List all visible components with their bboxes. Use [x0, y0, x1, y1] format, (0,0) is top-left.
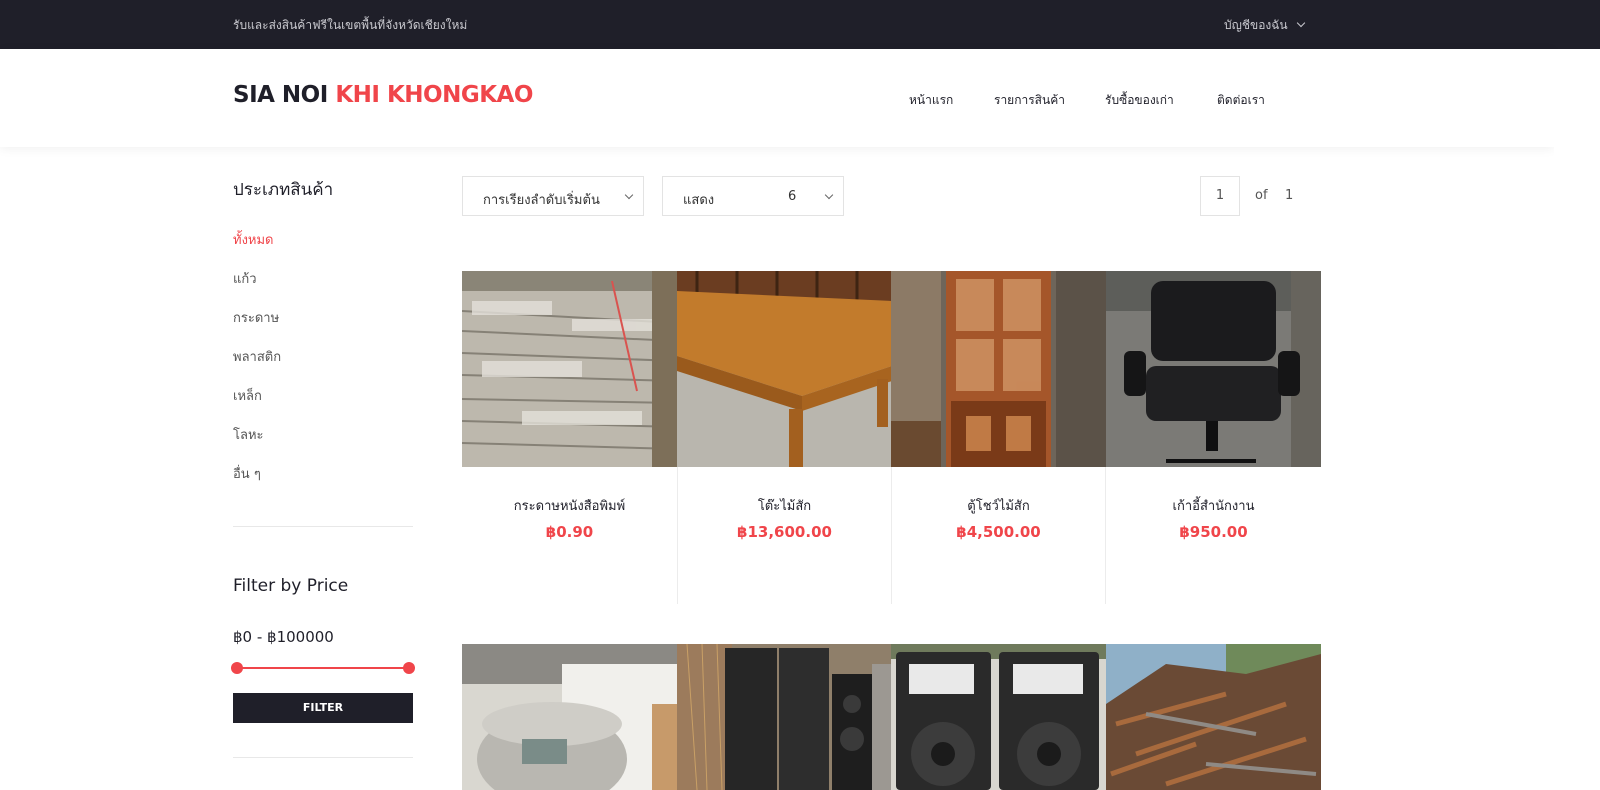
category-all[interactable]: ทั้งหมด [233, 229, 274, 250]
logo-part-1: SIA NOI [233, 82, 328, 108]
category-plastic[interactable]: พลาสติก [233, 346, 281, 367]
show-count-select[interactable]: แสดง 6 [662, 176, 844, 216]
my-account-menu[interactable]: บัญชีของฉัน [1224, 16, 1305, 35]
category-title: ประเภทสินค้า [233, 180, 334, 200]
product-price: ฿13,600.00 [737, 523, 832, 541]
product-price: ฿0.90 [545, 523, 594, 541]
price-slider-max-handle[interactable] [403, 662, 415, 674]
product-image[interactable] [462, 271, 677, 467]
chevron-down-icon [624, 190, 634, 200]
sort-select[interactable]: การเรียงลำดับเริ่มต้น [462, 176, 644, 216]
product-name[interactable]: เก้าอี้สำนักงาน [1106, 495, 1321, 516]
my-account-label: บัญชีของฉัน [1224, 18, 1288, 32]
site-logo[interactable]: SIA NOI KHI KHONGKAO [233, 82, 533, 108]
product-name[interactable]: โต๊ะไม้สัก [677, 495, 892, 516]
product-image[interactable] [1106, 644, 1321, 790]
free-delivery-notice: รับและส่งสินค้าฟรีในเขตพื้นที่จังหวัดเชี… [233, 18, 468, 32]
top-bar: รับและส่งสินค้าฟรีในเขตพื้นที่จังหวัดเชี… [0, 0, 1600, 49]
site-header: SIA NOI KHI KHONGKAO หน้าแรก รายการสินค้… [0, 49, 1554, 147]
product-card[interactable]: ตู้โชว์ไม้สัก ฿4,500.00 [891, 271, 1106, 604]
product-image[interactable] [891, 644, 1106, 790]
nav-products[interactable]: รายการสินค้า [994, 91, 1065, 110]
show-count-value: 6 [788, 189, 797, 204]
product-image[interactable] [677, 644, 892, 790]
chevron-down-icon [824, 190, 834, 200]
filter-by-price-title: Filter by Price [233, 576, 349, 596]
price-range-text: ฿0 - ฿100000 [233, 628, 334, 646]
nav-home[interactable]: หน้าแรก [909, 91, 953, 110]
category-glass[interactable]: แก้ว [233, 268, 257, 289]
price-slider-track[interactable] [237, 667, 409, 669]
logo-part-2: KHI KHONGKAO [335, 82, 533, 108]
product-card[interactable] [891, 644, 1106, 790]
product-image[interactable] [891, 271, 1106, 467]
nav-buy-used[interactable]: รับซื้อของเก่า [1105, 91, 1174, 110]
sidebar-divider [233, 526, 413, 527]
nav-contact[interactable]: ติดต่อเรา [1217, 91, 1265, 110]
product-card[interactable]: โต๊ะไม้สัก ฿13,600.00 [677, 271, 892, 604]
page-total: 1 [1285, 188, 1294, 203]
product-image[interactable] [677, 271, 892, 467]
category-iron[interactable]: เหล็ก [233, 385, 262, 406]
product-card[interactable] [462, 644, 677, 790]
page-edge [1554, 49, 1600, 790]
product-card[interactable]: เก้าอี้สำนักงาน ฿950.00 [1106, 271, 1321, 604]
sidebar-divider [233, 757, 413, 758]
product-card[interactable] [677, 644, 892, 790]
sort-select-value: การเรียงลำดับเริ่มต้น [483, 193, 600, 208]
category-metal[interactable]: โลหะ [233, 424, 264, 445]
page-number-input[interactable]: 1 [1200, 176, 1240, 216]
product-image[interactable] [462, 644, 677, 790]
page-of-label: of [1255, 188, 1268, 203]
product-image[interactable] [1106, 271, 1321, 467]
product-card[interactable] [1106, 644, 1321, 790]
product-price: ฿950.00 [1179, 523, 1248, 541]
price-slider-min-handle[interactable] [231, 662, 243, 674]
show-count-label: แสดง [683, 193, 715, 208]
product-card[interactable]: กระดาษหนังสือพิมพ์ ฿0.90 [462, 271, 677, 604]
category-other[interactable]: อื่น ๆ [233, 463, 261, 484]
product-name[interactable]: กระดาษหนังสือพิมพ์ [462, 495, 677, 516]
filter-button[interactable]: FILTER [233, 693, 413, 723]
product-price: ฿4,500.00 [956, 523, 1041, 541]
category-paper[interactable]: กระดาษ [233, 307, 279, 328]
chevron-down-icon [1296, 18, 1305, 28]
product-name[interactable]: ตู้โชว์ไม้สัก [891, 495, 1106, 516]
